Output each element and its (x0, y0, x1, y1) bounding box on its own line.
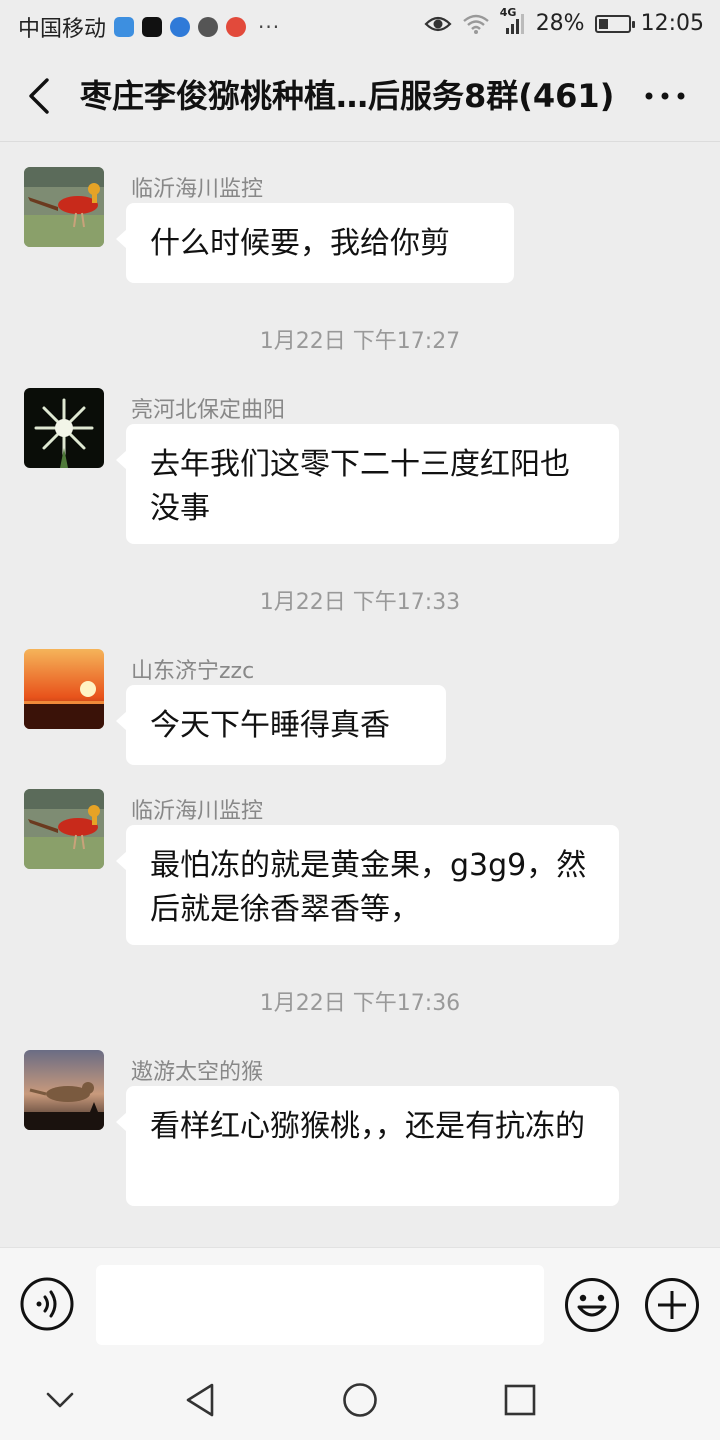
eye-icon (424, 16, 452, 31)
circle-home-icon (343, 1383, 377, 1417)
message-input[interactable] (96, 1265, 544, 1345)
carrier-label: 中国移动 (18, 17, 107, 42)
compass-app-icon (170, 17, 191, 37)
nav-hide-button[interactable] (40, 1380, 80, 1420)
flower-avatar-image (24, 388, 104, 468)
square-recents-icon (504, 1384, 536, 1416)
avatar[interactable] (24, 388, 104, 468)
chat-app-icon (198, 17, 219, 37)
timestamp: 1月22日 下午17:36 (259, 991, 461, 1016)
red-app-icon (226, 17, 247, 37)
battery-percent: 28% (535, 11, 585, 36)
sender-name: 山东济宁zzc (131, 659, 255, 684)
system-nav-bar (0, 1360, 720, 1440)
avatar[interactable] (24, 167, 104, 247)
avatar[interactable] (24, 789, 104, 869)
voice-icon (20, 1277, 74, 1331)
input-bar (0, 1247, 720, 1360)
nav-recents-button[interactable] (500, 1380, 540, 1420)
triangle-back-icon (186, 1383, 214, 1417)
sender-name: 亮河北保定曲阳 (131, 398, 286, 423)
sunset-avatar-image (24, 649, 104, 729)
sender-name: 临沂海川监控 (131, 177, 264, 202)
chevron-left-icon (29, 78, 49, 114)
voice-input-button[interactable] (20, 1277, 74, 1331)
sender-name: 临沂海川监控 (131, 799, 264, 824)
chat-header: 枣庄李俊猕桃种植…后服务8群(461) (0, 50, 720, 142)
smiley-icon (565, 1278, 619, 1332)
tiktok-app-icon (142, 17, 163, 37)
clock: 12:05 (640, 11, 704, 36)
timestamp: 1月22日 下午17:27 (259, 329, 461, 354)
nav-back-button[interactable] (180, 1380, 220, 1420)
pheasant-avatar-image (24, 167, 104, 247)
back-button[interactable] (18, 74, 60, 118)
status-bar: 中国移动 ··· 4G 28% 12:05 (0, 0, 720, 50)
chat-title: 枣庄李俊猕桃种植…后服务8群(461) (80, 77, 615, 115)
nav-home-button[interactable] (340, 1380, 380, 1420)
shield-app-icon (114, 17, 135, 37)
wifi-icon (462, 14, 489, 34)
avatar[interactable] (24, 649, 104, 729)
emoji-button[interactable] (564, 1277, 620, 1333)
battery-icon (594, 14, 635, 33)
message-bubble[interactable]: 今天下午睡得真香 (116, 685, 446, 765)
cheetah-avatar-image (24, 1050, 104, 1130)
more-icon (645, 92, 685, 100)
sender-name: 遨游太空的猴 (131, 1060, 264, 1085)
signal-icon: 4G (500, 6, 526, 36)
message-bubble[interactable]: 最怕冻的就是黄金果，g3g9，然后就是徐香翠香等， (116, 825, 619, 945)
plus-icon (645, 1278, 699, 1332)
message-bubble[interactable]: 什么时候要，我给你剪 (116, 203, 514, 283)
chevron-down-icon (46, 1392, 74, 1408)
message-bubble[interactable]: 看样红心猕猴桃，，还是有抗冻的 (116, 1086, 619, 1206)
more-options-button[interactable] (640, 74, 690, 118)
pheasant-avatar-image (24, 789, 104, 869)
more-notifications-icon: ··· (258, 15, 281, 39)
avatar[interactable] (24, 1050, 104, 1130)
more-functions-button[interactable] (644, 1277, 700, 1333)
timestamp: 1月22日 下午17:33 (259, 590, 461, 615)
message-bubble[interactable]: 去年我们这零下二十三度红阳也没事 (116, 424, 619, 544)
